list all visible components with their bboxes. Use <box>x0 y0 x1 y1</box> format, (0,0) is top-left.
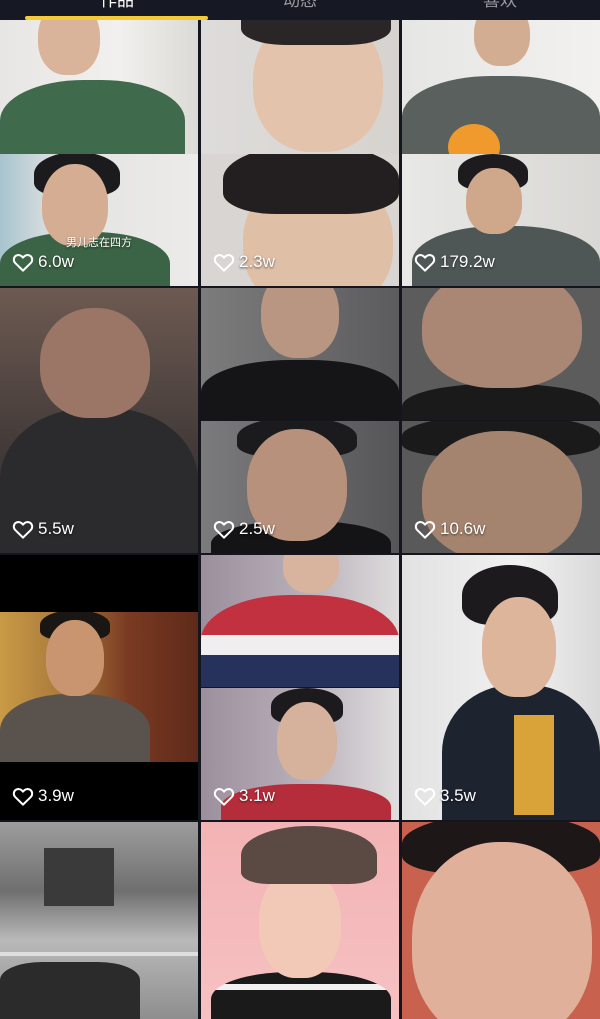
video-caption: 男儿志在四方 <box>66 237 132 249</box>
figure-shoulders <box>211 972 391 1019</box>
video-thumbnail[interactable]: 2.3w <box>201 20 399 286</box>
figure-face <box>422 288 582 388</box>
heart-outline-icon <box>12 254 34 272</box>
thumbnail-top-frame <box>402 20 600 154</box>
video-thumbnail[interactable] <box>0 822 198 1019</box>
video-thumbnail[interactable] <box>402 822 600 1019</box>
figure-cap <box>241 826 377 884</box>
figure-face <box>38 20 100 75</box>
video-thumbnail[interactable]: 3.1w <box>201 555 399 820</box>
figure-face <box>259 868 341 978</box>
background-doorway <box>44 848 114 906</box>
figure-shoulders <box>402 76 600 154</box>
figure-face <box>466 168 522 234</box>
thumbnail-top-frame <box>0 612 198 762</box>
figure-hair <box>241 20 391 45</box>
video-thumbnail[interactable]: 男儿志在四方 6.0w <box>0 20 198 286</box>
figure-shoulders <box>0 694 150 762</box>
thumbnail-top-frame <box>0 20 198 154</box>
heart-outline-icon <box>414 254 436 272</box>
video-thumbnail[interactable]: 2.5w <box>201 288 399 553</box>
figure-hair <box>223 154 399 214</box>
video-grid: 男儿志在四方 6.0w 2.3w 179.2w 5.5w 2.5w 10.6w … <box>0 20 600 1019</box>
like-count: 5.5w <box>12 519 74 539</box>
heart-outline-icon <box>414 788 436 806</box>
like-count-text: 2.3w <box>239 252 275 271</box>
like-count: 3.9w <box>12 786 74 806</box>
video-thumbnail[interactable] <box>201 822 399 1019</box>
video-thumbnail[interactable]: 10.6w <box>402 288 600 553</box>
like-count: 6.0w <box>12 252 74 272</box>
figure-face <box>277 702 337 780</box>
figure-shoulders <box>201 595 399 687</box>
tab-activity[interactable]: 动态 <box>200 0 400 11</box>
like-count-text: 179.2w <box>440 252 495 271</box>
heart-outline-icon <box>213 521 235 539</box>
thumbnail-top-frame <box>402 288 600 420</box>
like-count-text: 6.0w <box>38 252 74 271</box>
thumbnail-top-frame <box>201 20 399 154</box>
heart-outline-icon <box>213 254 235 272</box>
heart-outline-icon <box>414 521 436 539</box>
figure-shape <box>0 962 140 1019</box>
figure-shoulders <box>0 80 185 154</box>
figure-face <box>482 597 556 697</box>
thumbnail-top-frame <box>201 555 399 687</box>
video-thumbnail[interactable]: 3.9w <box>0 555 198 820</box>
like-count-text: 10.6w <box>440 519 486 538</box>
profile-videos-screen: 作品 动态 喜欢 男儿志在四方 6.0w 2.3w 179.2w 5.5w 2.… <box>0 0 600 1019</box>
like-count: 2.3w <box>213 252 275 272</box>
like-count: 10.6w <box>414 519 485 539</box>
like-count: 3.5w <box>414 786 476 806</box>
heart-outline-icon <box>12 788 34 806</box>
video-thumbnail[interactable]: 5.5w <box>0 288 198 553</box>
tab-likes[interactable]: 喜欢 <box>400 0 600 11</box>
like-count: 2.5w <box>213 519 275 539</box>
video-thumbnail[interactable]: 179.2w <box>402 20 600 286</box>
frame-divider <box>0 952 198 956</box>
figure-shoulders <box>201 360 399 420</box>
profile-tab-bar: 作品 动态 喜欢 <box>0 0 600 20</box>
figure-face <box>283 555 339 593</box>
like-count: 3.1w <box>213 786 275 806</box>
figure-shirt <box>514 715 554 815</box>
like-count-text: 2.5w <box>239 519 275 538</box>
video-thumbnail[interactable]: 3.5w <box>402 555 600 820</box>
like-count-text: 3.9w <box>38 786 74 805</box>
figure-face <box>40 308 150 418</box>
like-count-text: 3.1w <box>239 786 275 805</box>
heart-outline-icon <box>213 788 235 806</box>
figure-face <box>474 20 530 66</box>
figure-face <box>412 842 592 1019</box>
thumbnail-top-frame <box>201 288 399 420</box>
heart-outline-icon <box>12 521 34 539</box>
figure-shoulders <box>402 384 600 420</box>
tab-works[interactable]: 作品 <box>17 0 217 11</box>
like-count-text: 3.5w <box>440 786 476 805</box>
figure-face <box>261 288 339 358</box>
figure-face <box>46 620 104 696</box>
like-count: 179.2w <box>414 252 495 272</box>
like-count-text: 5.5w <box>38 519 74 538</box>
